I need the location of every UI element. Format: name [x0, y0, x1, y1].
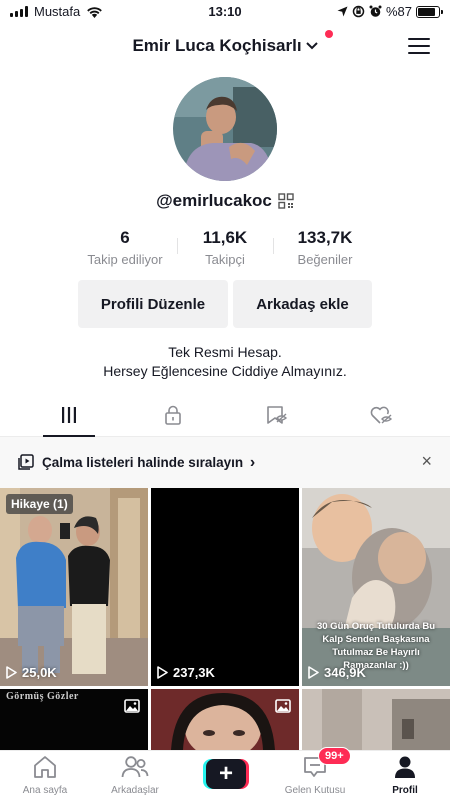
- nav-profile-label: Profil: [392, 785, 418, 796]
- playlist-banner[interactable]: Çalma listeleri halinde sıralayın › ×: [0, 437, 450, 488]
- inbox-badge: 99+: [318, 747, 351, 765]
- likes-count: 133,7K: [297, 228, 353, 247]
- qr-code-icon[interactable]: [278, 193, 294, 209]
- avatar[interactable]: [173, 77, 277, 181]
- battery-fill: [418, 7, 436, 16]
- play-icon: [308, 666, 319, 679]
- tab-saved[interactable]: [251, 393, 303, 436]
- home-icon: [34, 756, 56, 778]
- likes-stat[interactable]: 133,7K Beğeniler: [265, 228, 385, 267]
- story-badge: Hikaye (1): [6, 494, 73, 514]
- nav-home[interactable]: Ana sayfa: [0, 755, 90, 796]
- play-icon: [6, 666, 17, 679]
- bookmark-icon: [267, 405, 288, 424]
- nav-profile[interactable]: Profil: [360, 755, 450, 796]
- location-arrow-icon: [337, 6, 348, 17]
- profile-icon: [395, 756, 415, 778]
- chevron-right-icon: ›: [249, 454, 256, 471]
- menu-button[interactable]: [408, 38, 430, 54]
- view-count: 25,0K: [6, 665, 57, 680]
- view-count-value: 346,9K: [324, 665, 366, 680]
- chevron-down-icon: [305, 42, 318, 50]
- view-count: 237,3K: [157, 665, 215, 680]
- bio: Tek Resmi Hesap. Hersey Eğlencesine Cidd…: [0, 343, 450, 381]
- create-button[interactable]: +: [203, 759, 249, 789]
- tab-private[interactable]: [147, 393, 199, 436]
- hamburger-icon: [408, 38, 430, 41]
- likes-label: Beğeniler: [297, 252, 353, 267]
- video-thumbnail[interactable]: [302, 689, 450, 750]
- liked-heart-icon: [370, 406, 392, 424]
- friends-icon: [121, 756, 149, 778]
- video-thumbnail[interactable]: 30 Gün Oruç Tutulurda Bu Kalp Senden Baş…: [302, 488, 450, 686]
- playlist-icon: [18, 454, 34, 470]
- view-count-value: 25,0K: [22, 665, 57, 680]
- photo-icon: [124, 699, 140, 713]
- playlist-banner-text: Çalma listeleri halinde sıralayın ›: [42, 454, 255, 472]
- battery-icon: [416, 5, 443, 18]
- notification-dot: [325, 30, 333, 38]
- view-count: 346,9K: [308, 665, 366, 680]
- tab-liked[interactable]: [355, 393, 407, 436]
- nav-friends[interactable]: Arkadaşlar: [90, 755, 180, 796]
- display-name: Emir Luca Koçhisarlı: [132, 36, 302, 55]
- plus-icon: +: [206, 759, 246, 789]
- photo-icon: [275, 699, 291, 713]
- profile-stats: 6 Takip ediliyor 11,6K Takipçi 133,7K Be…: [0, 228, 450, 268]
- profile-header: Emir Luca Koçhisarlı: [0, 24, 450, 68]
- status-bar: Mustafa 13:10 %87: [0, 0, 450, 24]
- bio-line: Hersey Eğlencesine Ciddiye Almayınız.: [103, 363, 347, 379]
- view-count-value: 237,3K: [173, 665, 215, 680]
- bio-line: Tek Resmi Hesap.: [168, 344, 282, 360]
- rotation-lock-icon: [352, 5, 365, 18]
- alarm-icon: [369, 5, 382, 17]
- tab-videos[interactable]: [43, 393, 95, 437]
- edit-profile-button[interactable]: Profili Düzenle: [78, 280, 228, 328]
- lock-icon: [165, 405, 181, 425]
- playlist-banner-label: Çalma listeleri halinde sıralayın: [42, 455, 244, 470]
- play-icon: [157, 666, 168, 679]
- battery-percentage: %87: [385, 4, 412, 19]
- nav-inbox-label: Gelen Kutusu: [284, 785, 346, 796]
- bottom-nav: Ana sayfa Arkadaşlar + Gelen Kutusu Prof…: [0, 750, 450, 800]
- video-grid: Hikaye (1) 25,0K 237,3K 30 Gün Oruç Tutu…: [0, 488, 450, 750]
- username-row: @emirlucakoc: [0, 191, 450, 211]
- video-thumbnail[interactable]: [151, 689, 299, 750]
- username: @emirlucakoc: [156, 191, 272, 210]
- video-thumbnail[interactable]: Görmüş Gözler: [0, 689, 148, 750]
- close-icon[interactable]: ×: [421, 452, 432, 470]
- nav-home-label: Ana sayfa: [22, 785, 68, 796]
- video-thumbnail[interactable]: 237,3K: [151, 488, 299, 686]
- add-friend-button[interactable]: Arkadaş ekle: [233, 280, 372, 328]
- video-overlay-text: Görmüş Gözler: [6, 691, 79, 702]
- account-switcher[interactable]: Emir Luca Koçhisarlı: [0, 36, 450, 56]
- status-right: %87: [337, 4, 443, 19]
- video-thumbnail[interactable]: Hikaye (1) 25,0K: [0, 488, 148, 686]
- nav-friends-label: Arkadaşlar: [111, 785, 159, 796]
- profile-tabs: [0, 393, 450, 437]
- videos-grid-icon: [62, 406, 76, 423]
